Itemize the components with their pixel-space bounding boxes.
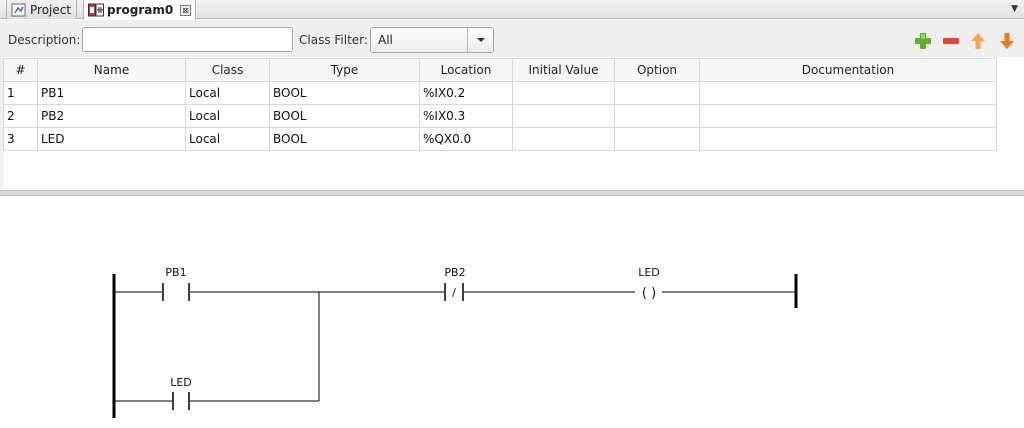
variable-type-cell[interactable]: BOOL [269, 127, 420, 151]
variable-initial-value-cell[interactable] [512, 81, 615, 105]
variable-option-cell[interactable] [614, 127, 700, 151]
variable-option-cell[interactable] [614, 81, 700, 105]
move-down-button[interactable] [997, 31, 1017, 51]
variable-filter-bar: Description: Class Filter: All [0, 20, 1024, 57]
tab-project-label: Project [30, 2, 72, 17]
variable-name-cell[interactable]: LED [37, 127, 186, 151]
coil-led-label: LED [638, 266, 660, 279]
minus-icon [943, 38, 959, 44]
table-row[interactable]: 1 PB1 Local BOOL %IX0.2 [3, 81, 997, 105]
column-header-number[interactable]: # [3, 58, 38, 82]
column-header-name[interactable]: Name [37, 58, 186, 82]
description-input[interactable] [82, 27, 293, 52]
contact-led-label: LED [170, 376, 192, 389]
variable-type-cell[interactable]: BOOL [269, 104, 420, 128]
variable-initial-value-cell[interactable] [512, 104, 615, 128]
class-filter-label: Class Filter: [299, 33, 368, 47]
tab-program0-label: program0 [107, 3, 174, 17]
variable-location-cell[interactable]: %IX0.3 [419, 104, 513, 128]
variable-location-cell[interactable]: %IX0.2 [419, 81, 513, 105]
column-header-initial-value[interactable]: Initial Value [512, 58, 615, 82]
variable-documentation-cell[interactable] [699, 81, 997, 105]
plus-icon [915, 33, 931, 49]
variable-documentation-cell[interactable] [699, 104, 997, 128]
move-up-button[interactable] [968, 31, 988, 51]
ladder-diagram-canvas[interactable]: PB1 PB2 / LED ( ) LED [0, 196, 1024, 428]
rung-wires[interactable] [115, 291, 795, 402]
row-number[interactable]: 2 [3, 104, 38, 128]
variable-class-cell[interactable]: Local [185, 104, 270, 128]
contact-pb1[interactable]: PB1 [162, 266, 190, 301]
column-header-type[interactable]: Type [269, 58, 420, 82]
column-header-option[interactable]: Option [614, 58, 700, 82]
tab-list-dropdown-icon[interactable]: ▼ [1011, 4, 1018, 14]
contact-pb2-negated[interactable]: PB2 / [444, 266, 466, 301]
ladder-program-icon [88, 3, 104, 17]
add-variable-button[interactable] [913, 31, 933, 51]
variable-name-cell[interactable]: PB1 [37, 81, 186, 105]
chevron-down-icon[interactable] [467, 28, 493, 52]
tab-program0[interactable]: program0 ⊠ [83, 0, 196, 20]
column-header-documentation[interactable]: Documentation [699, 58, 997, 82]
remove-variable-button[interactable] [941, 31, 961, 51]
variable-documentation-cell[interactable] [699, 127, 997, 151]
close-tab-icon[interactable]: ⊠ [180, 4, 191, 16]
column-header-class[interactable]: Class [185, 58, 270, 82]
editor-tab-bar: Project program0 ⊠ ▼ [0, 0, 1024, 20]
table-row[interactable]: 2 PB2 Local BOOL %IX0.3 [3, 104, 997, 128]
column-header-location[interactable]: Location [419, 58, 513, 82]
negation-symbol: / [452, 286, 456, 299]
variable-type-cell[interactable]: BOOL [269, 81, 420, 105]
coil-led[interactable]: LED ( ) [638, 266, 660, 301]
contact-led[interactable]: LED [170, 376, 192, 410]
contact-pb1-label: PB1 [165, 266, 186, 279]
class-filter-value: All [378, 33, 393, 47]
variable-class-cell[interactable]: Local [185, 127, 270, 151]
table-header-row: # Name Class Type Location Initial Value… [3, 58, 997, 82]
variable-name-cell[interactable]: PB2 [37, 104, 186, 128]
variable-location-cell[interactable]: %QX0.0 [419, 127, 513, 151]
variable-class-cell[interactable]: Local [185, 81, 270, 105]
tab-project[interactable]: Project [6, 0, 77, 19]
variable-option-cell[interactable] [614, 104, 700, 128]
description-label: Description: [8, 33, 81, 47]
coil-symbol: ( ) [642, 286, 656, 301]
variable-initial-value-cell[interactable] [512, 127, 615, 151]
row-number[interactable]: 3 [3, 127, 38, 151]
class-filter-select[interactable]: All [370, 27, 494, 53]
arrow-up-icon [971, 33, 985, 49]
row-number[interactable]: 1 [3, 81, 38, 105]
arrow-down-icon [1000, 33, 1014, 49]
project-icon [11, 3, 27, 17]
variables-table: # Name Class Type Location Initial Value… [3, 58, 997, 151]
table-row[interactable]: 3 LED Local BOOL %QX0.0 [3, 127, 997, 151]
contact-pb2-label: PB2 [444, 266, 465, 279]
